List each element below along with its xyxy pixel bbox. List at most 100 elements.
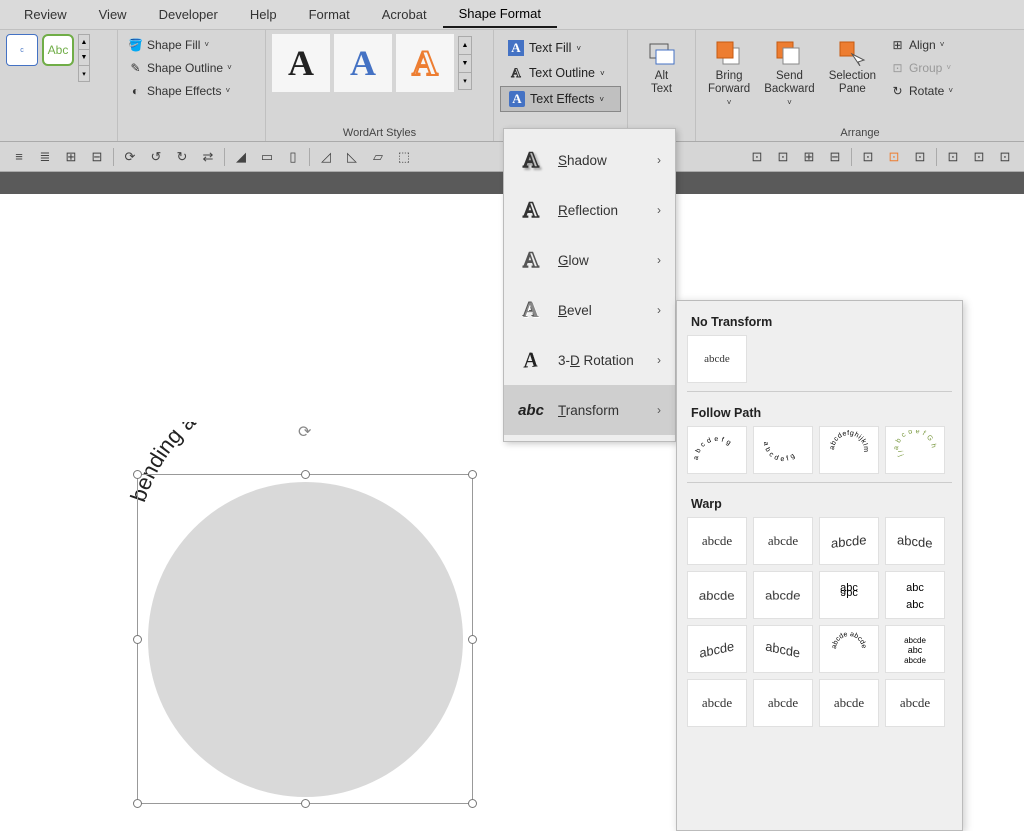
qt-btn[interactable]: ▱ [365,145,391,169]
thumb-warp[interactable]: abcde [687,625,747,673]
thumb-warp[interactable]: abcde [687,679,747,727]
rotate-handle[interactable]: ⟳ [298,422,311,442]
thumb-follow-path-4[interactable]: a b c d e f G h i j [885,426,945,474]
wordart-gallery-down[interactable]: ▼ [458,54,472,72]
qt-btn[interactable]: ⊞ [796,145,822,169]
style-gallery-down[interactable]: ▼ [78,50,90,66]
text-effects-button[interactable]: AText Effects ˅ [500,86,621,112]
qt-btn[interactable]: ⊡ [940,145,966,169]
resize-handle[interactable] [468,635,477,644]
thumb-warp[interactable]: abcde [687,517,747,565]
thumb-warp[interactable]: abcde [885,679,945,727]
dd-glow[interactable]: AGlow › [504,235,675,285]
thumb-warp[interactable]: abcde [687,571,747,619]
resize-handle[interactable] [468,799,477,808]
menu-acrobat[interactable]: Acrobat [366,2,443,27]
qt-btn[interactable]: ⊡ [907,145,933,169]
resize-handle[interactable] [468,470,477,479]
qt-btn[interactable]: ▯ [280,145,306,169]
text-outline-button[interactable]: AText Outline ˅ [500,61,621,85]
resize-handle[interactable] [133,799,142,808]
wordart-gallery-more[interactable]: ▾ [458,72,472,90]
rotate-button[interactable]: ↻Rotate ˅ [886,80,957,101]
style-gallery-up[interactable]: ▲ [78,34,90,50]
send-backward-button[interactable]: Send Backward˅ [758,34,821,111]
thumb-follow-path-3[interactable]: abcdefghijklm [819,426,879,474]
wordart-gallery-up[interactable]: ▲ [458,36,472,54]
qt-btn[interactable]: ⊡ [966,145,992,169]
thumb-follow-path-1[interactable]: a b c d e f g [687,426,747,474]
dd-transform[interactable]: abcTransform › [504,385,675,435]
thumb-warp[interactable]: abcabc [819,571,879,619]
chevron-right-icon: › [657,253,661,267]
style-thumb-roundrect[interactable]: Abc [42,34,74,66]
qt-btn[interactable]: ⊡ [992,145,1018,169]
resize-handle[interactable] [301,470,310,479]
dd-bevel[interactable]: ABevel › [504,285,675,335]
qt-btn[interactable]: ◢ [228,145,254,169]
qt-btn[interactable]: ⊡ [881,145,907,169]
bring-forward-button[interactable]: Bring Forward˅ [702,34,756,111]
qt-btn[interactable]: ⟳ [117,145,143,169]
thumb-warp[interactable]: abcde [885,517,945,565]
menu-shape-format[interactable]: Shape Format [443,1,557,28]
shape-fill-button[interactable]: 🪣Shape Fill ˅ [124,34,236,55]
text-effects-dropdown: AShadow › AReflection › AGlow › ABevel ›… [503,128,676,442]
qt-btn[interactable]: ⊟ [822,145,848,169]
qt-btn[interactable]: ⊟ [84,145,110,169]
rotate-icon: ↻ [890,83,905,98]
menu-help[interactable]: Help [234,2,293,27]
thumb-warp[interactable]: abcde [753,571,813,619]
qt-btn[interactable]: ≣ [32,145,58,169]
dd-shadow[interactable]: AShadow › [504,135,675,185]
align-button[interactable]: ⊞Align ˅ [886,34,957,55]
thumb-warp[interactable]: abcde [753,679,813,727]
selection-pane-button[interactable]: Selection Pane [823,34,882,100]
wordart-style-2[interactable]: A [334,34,392,92]
menu-review[interactable]: Review [8,2,83,27]
style-thumb-rect[interactable]: c [6,34,38,66]
textfill-icon: A [508,40,524,56]
thumb-warp[interactable]: abcdeabcabcde [885,625,945,673]
group-button[interactable]: ⊡Group ˅ [886,57,957,78]
style-gallery-more[interactable]: ▾ [78,66,90,82]
qt-btn[interactable]: ◺ [339,145,365,169]
thumb-no-transform[interactable]: abcde [687,335,747,383]
thumb-warp[interactable]: abcde [819,517,879,565]
dd-3d-rotation[interactable]: A3-D Rotation › [504,335,675,385]
qt-btn[interactable]: ⬚ [391,145,417,169]
svg-text:abcde: abcde [904,636,926,645]
textbox-selection[interactable]: ⟳ [137,474,473,804]
alt-text-button[interactable]: Alt Text [641,34,683,100]
qt-btn[interactable]: ↻ [169,145,195,169]
thumb-warp[interactable]: abcde [753,517,813,565]
thumb-warp[interactable]: abcde [819,679,879,727]
chevron-right-icon: › [657,353,661,367]
dd-reflection[interactable]: AReflection › [504,185,675,235]
thumb-warp[interactable]: abcde abcde [819,625,879,673]
resize-handle[interactable] [301,799,310,808]
qt-btn[interactable]: ⊞ [58,145,84,169]
shape-effects-button[interactable]: ◐Shape Effects ˅ [124,80,236,101]
resize-handle[interactable] [133,470,142,479]
menu-format[interactable]: Format [293,2,366,27]
wordart-style-3[interactable]: A [396,34,454,92]
thumb-warp[interactable]: abcde [753,625,813,673]
selectionpane-icon [837,38,867,68]
resize-handle[interactable] [133,635,142,644]
qt-btn[interactable]: ◿ [313,145,339,169]
wordart-style-1[interactable]: A [272,34,330,92]
thumb-follow-path-2[interactable]: a b c d e f g [753,426,813,474]
qt-btn[interactable]: ⊡ [744,145,770,169]
qt-btn[interactable]: ⇄ [195,145,221,169]
thumb-warp[interactable]: abcabc [885,571,945,619]
qt-btn[interactable]: ≡ [6,145,32,169]
shape-outline-button[interactable]: ✎Shape Outline ˅ [124,57,236,78]
qt-btn[interactable]: ⊡ [770,145,796,169]
qt-btn[interactable]: ↺ [143,145,169,169]
text-fill-button[interactable]: AText Fill ˅ [500,36,621,60]
qt-btn[interactable]: ⊡ [855,145,881,169]
menu-view[interactable]: View [83,2,143,27]
qt-btn[interactable]: ▭ [254,145,280,169]
menu-developer[interactable]: Developer [143,2,234,27]
